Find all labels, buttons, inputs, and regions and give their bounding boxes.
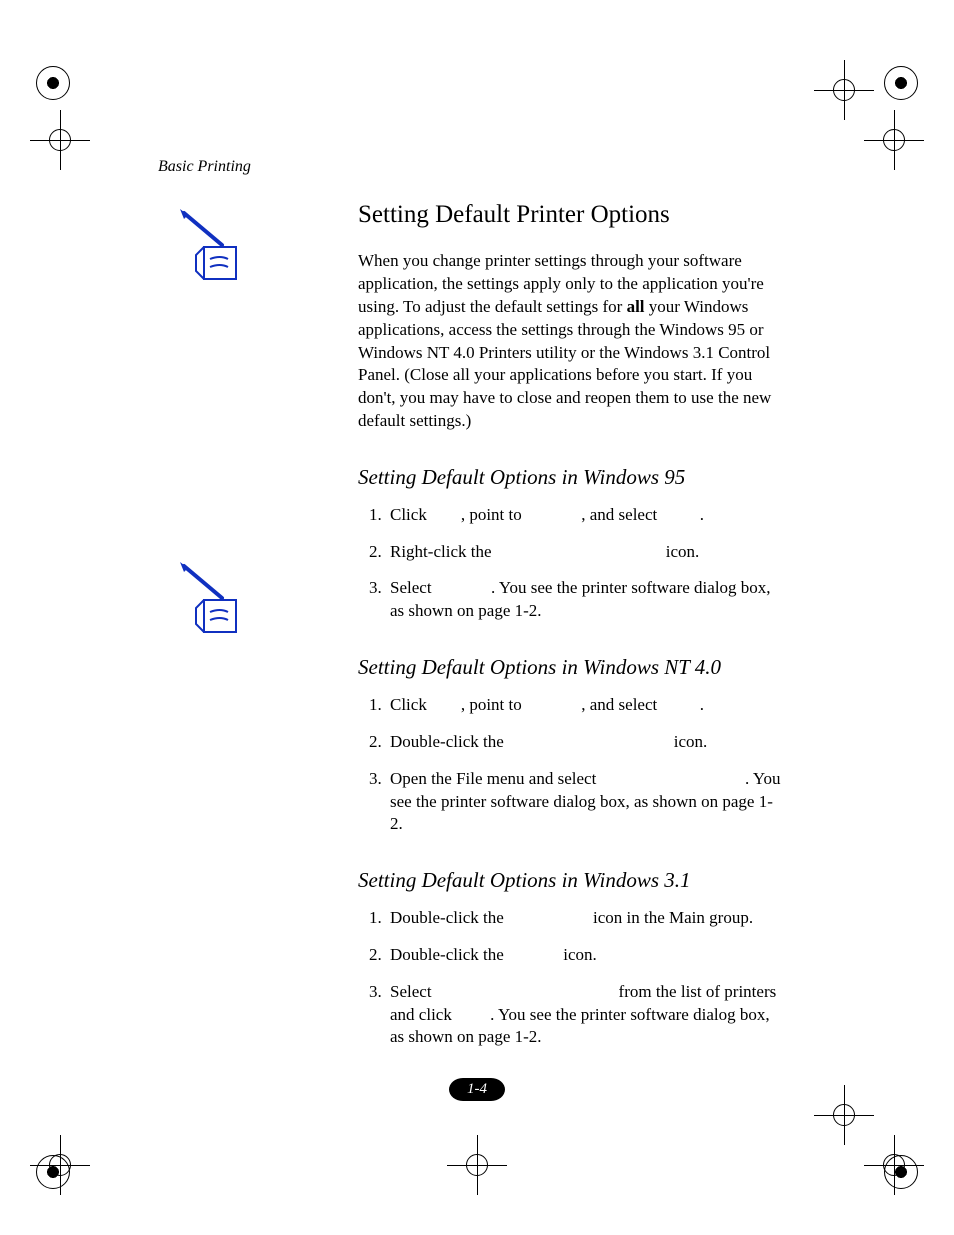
page-title: Setting Default Printer Options — [358, 198, 784, 232]
note-pencil-icon — [174, 558, 246, 636]
intro-bold: all — [627, 297, 645, 316]
main-content: Setting Default Printer Options When you… — [358, 198, 784, 1065]
registration-sun-icon — [888, 1159, 914, 1185]
crop-mark-icon — [30, 110, 90, 170]
note-pencil-icon — [174, 205, 246, 283]
list-item: Open the File menu and select . You see … — [386, 768, 784, 837]
running-header: Basic Printing — [158, 158, 251, 176]
steps-w31: Double-click the icon in the Main group.… — [358, 907, 784, 1050]
crop-mark-icon — [814, 1085, 874, 1145]
registration-sun-icon — [888, 70, 914, 96]
list-item: Select . You see the printer software di… — [386, 577, 784, 623]
crop-mark-icon — [814, 60, 874, 120]
page-number: 1-4 — [449, 1078, 505, 1101]
crop-mark-icon — [447, 1135, 507, 1195]
steps-wnt: Click , point to , and select . Double-c… — [358, 694, 784, 837]
list-item: Double-click the icon. — [386, 731, 784, 754]
intro-text-b: your Windows applications, access the se… — [358, 297, 771, 431]
list-item: Click , point to , and select . — [386, 694, 784, 717]
steps-w95: Click , point to , and select . Right-cl… — [358, 504, 784, 624]
intro-paragraph: When you change printer settings through… — [358, 250, 784, 434]
registration-sun-icon — [40, 1159, 66, 1185]
section-heading-w31: Setting Default Options in Windows 3.1 — [358, 866, 784, 894]
list-item: Double-click the icon in the Main group. — [386, 907, 784, 930]
list-item: Double-click the icon. — [386, 944, 784, 967]
registration-sun-icon — [40, 70, 66, 96]
list-item: Click , point to , and select . — [386, 504, 784, 527]
list-item: Right-click the icon. — [386, 541, 784, 564]
section-heading-w95: Setting Default Options in Windows 95 — [358, 463, 784, 491]
section-heading-wnt: Setting Default Options in Windows NT 4.… — [358, 653, 784, 681]
list-item: Select from the list of printers and cli… — [386, 981, 784, 1050]
